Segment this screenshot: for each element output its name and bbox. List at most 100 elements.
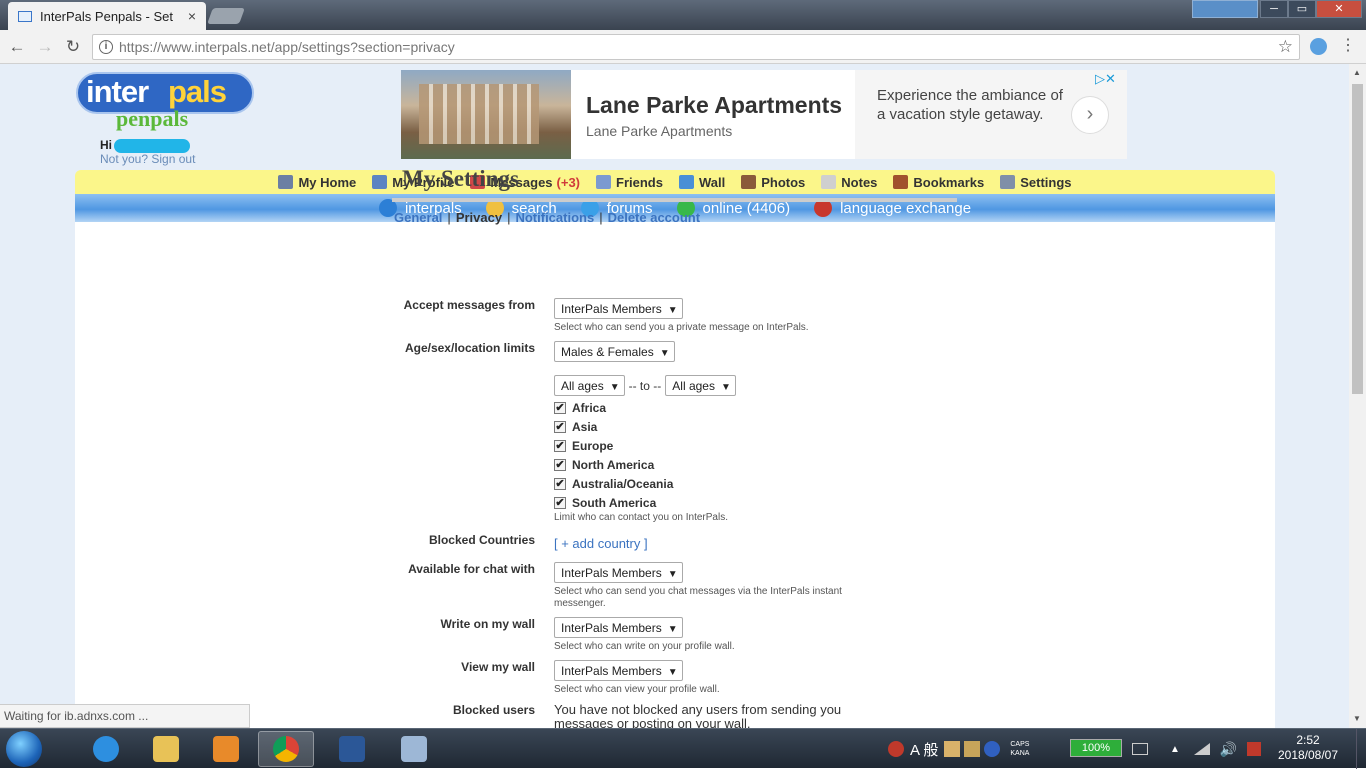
- ime-dict-icon[interactable]: [964, 741, 981, 757]
- region-label: Africa: [572, 400, 607, 415]
- show-desktop-button[interactable]: [1356, 729, 1366, 769]
- blocked-users-text: You have not blocked any users from send…: [554, 703, 842, 728]
- nav-item-my-home[interactable]: My Home: [278, 175, 356, 190]
- dropdown-arrow-icon: ▼: [609, 382, 620, 393]
- limits-label: Age/sex/location limits: [404, 341, 535, 355]
- start-button[interactable]: [6, 731, 42, 767]
- view-wall-select[interactable]: InterPals Members ▼: [554, 660, 683, 681]
- clock[interactable]: 2:52 2018/08/07: [1268, 733, 1348, 763]
- tab-close-icon[interactable]: ×: [188, 8, 196, 24]
- redacted-username: [114, 138, 190, 153]
- tab-delete-account[interactable]: Delete account: [608, 210, 700, 225]
- add-country-link[interactable]: [ + add country ]: [554, 536, 648, 551]
- ad-subtitle: Lane Parke Apartments: [586, 123, 733, 139]
- media-player-icon: [213, 736, 239, 762]
- reload-button[interactable]: ↻: [62, 36, 84, 58]
- ad-building-image: [419, 84, 539, 144]
- accept-messages-select[interactable]: InterPals Members ▼: [554, 298, 683, 319]
- age-to-text: -- to --: [628, 378, 662, 393]
- region-checkbox-row: ✔ Africa: [554, 398, 854, 417]
- ime-indicator[interactable]: A 般: [910, 739, 938, 760]
- write-wall-value: InterPals Members: [561, 621, 662, 635]
- sex-select[interactable]: Males & Females ▼: [554, 341, 675, 362]
- browser-menu-icon[interactable]: ⋮: [1340, 35, 1356, 57]
- taskbar-paint[interactable]: [386, 731, 442, 767]
- adchoices-icon[interactable]: ▷✕: [1095, 71, 1116, 87]
- region-checkbox[interactable]: ✔: [554, 496, 566, 509]
- browser-title-bar: InterPals Penpals - Set × ─ ▭ ✕: [0, 0, 1366, 30]
- extension-icon[interactable]: [1310, 38, 1327, 55]
- chat-help: Select who can send you chat messages vi…: [554, 586, 842, 609]
- region-checkbox[interactable]: ✔: [554, 458, 566, 471]
- region-checkbox[interactable]: ✔: [554, 420, 566, 433]
- age-from-select[interactable]: All ages ▼: [554, 375, 625, 396]
- network-icon[interactable]: [1193, 743, 1210, 755]
- tray-icons: ▲ 🔊: [1132, 729, 1267, 769]
- back-button[interactable]: ←: [6, 36, 28, 58]
- region-label: South America: [572, 495, 657, 510]
- new-tab-button[interactable]: [207, 8, 245, 24]
- title-rule: [392, 198, 957, 202]
- bookmark-star-icon[interactable]: ☆: [1278, 37, 1293, 57]
- taskbar-chrome[interactable]: [258, 731, 314, 767]
- region-label: North America: [572, 457, 655, 472]
- tab-general[interactable]: General: [394, 210, 442, 225]
- interpals-logo[interactable]: inter pals penpals: [76, 72, 256, 131]
- battery-indicator[interactable]: 100%: [1070, 739, 1122, 757]
- ad-next-button[interactable]: ›: [1071, 96, 1109, 134]
- nav-item-settings[interactable]: Settings: [1000, 175, 1072, 190]
- scrollbar-thumb[interactable]: [1352, 84, 1363, 394]
- ad-banner[interactable]: Lane Parke Apartments Lane Parke Apartme…: [401, 70, 1127, 159]
- tab-separator: |: [507, 210, 511, 225]
- scroll-down-icon[interactable]: ▼: [1353, 714, 1362, 723]
- tab-separator: |: [599, 210, 603, 225]
- tray-app-icon[interactable]: [888, 741, 904, 757]
- profile-badge[interactable]: [1192, 0, 1258, 18]
- sign-out-link[interactable]: Not you? Sign out: [100, 152, 195, 166]
- profile-icon: [372, 175, 388, 189]
- scroll-up-icon[interactable]: ▲: [1353, 68, 1362, 77]
- limits-help: Limit who can contact you on InterPals.: [554, 512, 728, 523]
- tab-privacy[interactable]: Privacy: [456, 210, 502, 225]
- taskbar-explorer[interactable]: [138, 731, 194, 767]
- region-checkbox[interactable]: ✔: [554, 401, 566, 414]
- age-from-value: All ages: [561, 379, 604, 393]
- status-bar: Waiting for ib.adnxs.com ...: [0, 704, 250, 728]
- page-scrollbar[interactable]: ▲ ▼: [1349, 64, 1366, 728]
- help-icon[interactable]: [984, 741, 1001, 757]
- maximize-button[interactable]: ▭: [1288, 0, 1316, 18]
- chrome-icon: [273, 736, 299, 762]
- ad-title[interactable]: Lane Parke Apartments: [586, 92, 842, 119]
- chat-label: Available for chat with: [408, 562, 535, 576]
- ad-photo: [401, 70, 571, 159]
- ime-tool-icon[interactable]: [944, 741, 961, 757]
- region-checkbox[interactable]: ✔: [554, 439, 566, 452]
- write-wall-select[interactable]: InterPals Members ▼: [554, 617, 683, 638]
- system-tray: A 般 CAPS KANA: [888, 729, 1039, 769]
- age-to-select[interactable]: All ages ▼: [665, 375, 736, 396]
- blocked-users-row: Blocked users You have not blocked any u…: [392, 703, 892, 728]
- show-hidden-icons[interactable]: ▲: [1170, 744, 1180, 755]
- action-center-icon[interactable]: [1247, 742, 1262, 756]
- power-plug-icon[interactable]: [1132, 743, 1148, 755]
- browser-tab-interpals[interactable]: InterPals Penpals - Set ×: [8, 2, 206, 30]
- age-range: All ages ▼ -- to -- All ages ▼: [554, 375, 854, 396]
- region-checkboxes: ✔ Africa ✔ Asia ✔ Europe ✔ North America ✔ Austra…: [554, 398, 854, 512]
- minimize-button[interactable]: ─: [1260, 0, 1288, 18]
- chat-value: InterPals Members: [561, 566, 662, 580]
- taskbar-media[interactable]: [198, 731, 254, 767]
- site-info-icon[interactable]: i: [99, 40, 113, 54]
- region-checkbox[interactable]: ✔: [554, 477, 566, 490]
- taskbar-word[interactable]: [324, 731, 380, 767]
- region-label: Europe: [572, 438, 614, 453]
- volume-icon[interactable]: 🔊: [1220, 741, 1237, 758]
- address-bar[interactable]: i https://www.interpals.net /app/setting…: [92, 34, 1300, 60]
- forward-button[interactable]: →: [34, 36, 56, 58]
- chat-select[interactable]: InterPals Members ▼: [554, 562, 683, 583]
- tab-notifications[interactable]: Notifications: [515, 210, 594, 225]
- windows-taskbar: A 般 CAPS KANA 100% ▲ 🔊 2:52 2018/08/07: [0, 728, 1366, 769]
- taskbar-ie[interactable]: [78, 731, 134, 767]
- tab-separator: |: [447, 210, 451, 225]
- close-window-button[interactable]: ✕: [1316, 0, 1362, 18]
- region-label: Asia: [572, 419, 598, 434]
